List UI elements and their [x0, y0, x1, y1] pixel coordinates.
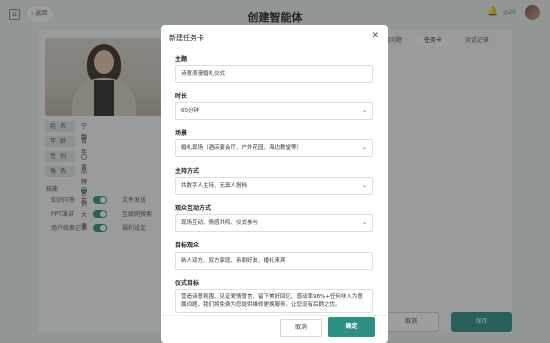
goal-textarea[interactable]: 营造诗意氛围、见证爱情誓言、留下美好回忆、感动率98%+任何非入为意属词题，我们…	[175, 289, 373, 313]
dialog-confirm-button[interactable]: 确定	[328, 317, 375, 337]
goal-label: 仪式目标	[175, 280, 200, 287]
host-select[interactable]: 共数字人主持、无真人搭档 ⌄	[175, 177, 373, 195]
chevron-down-icon: ⌄	[361, 144, 367, 151]
scene-value: 婚礼现场（酒店宴会厅、户外花园、海边教堂等）	[181, 145, 303, 151]
dialog-cancel-button[interactable]: 取消	[280, 319, 322, 337]
scene-select[interactable]: 婚礼现场（酒店宴会厅、户外花园、海边教堂等） ⌄	[175, 139, 373, 157]
chevron-down-icon: ⌄	[361, 219, 367, 226]
interaction-select[interactable]: 现场互动、情感共鸣、仪式参与 ⌄	[175, 214, 373, 232]
duration-label: 时长	[175, 93, 188, 100]
duration-select[interactable]: 60分钟 ⌄	[175, 102, 373, 120]
topic-label: 主题	[175, 56, 188, 63]
interaction-value: 现场互动、情感共鸣、仪式参与	[181, 220, 259, 226]
interaction-label: 观众互动方式	[175, 205, 212, 212]
audience-label: 目标观众	[175, 242, 200, 249]
close-icon[interactable]: ✕	[371, 31, 379, 41]
new-task-card-dialog: 新建任务卡 ✕ 主题 诗意浪漫婚礼仪式 时长 60分钟 ⌄ 场景 婚礼现场（酒店宴…	[161, 25, 388, 343]
audience-input[interactable]: 新人双方、双方家庭、亲朋好友、婚礼来宾	[175, 252, 373, 270]
dialog-title: 新建任务卡	[169, 34, 204, 42]
host-label: 主持方式	[175, 168, 200, 175]
chevron-down-icon: ⌄	[361, 182, 367, 189]
scene-label: 场景	[175, 130, 188, 137]
duration-value: 60分钟	[181, 108, 199, 114]
topic-input[interactable]: 诗意浪漫婚礼仪式	[175, 65, 373, 83]
chevron-down-icon: ⌄	[361, 107, 367, 114]
host-value: 共数字人主持、无真人搭档	[181, 183, 248, 189]
